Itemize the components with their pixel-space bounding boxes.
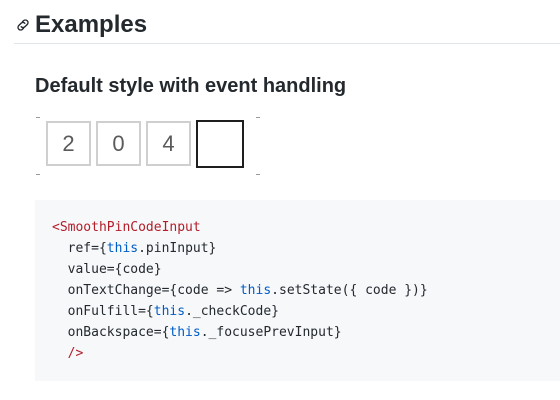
corner-mark xyxy=(256,174,260,175)
link-icon[interactable] xyxy=(14,16,32,34)
pin-cell[interactable]: 2 xyxy=(46,121,91,166)
code-token: this xyxy=(106,241,139,256)
examples-heading-row: Examples xyxy=(14,6,560,44)
code-line: /> xyxy=(52,343,560,364)
code-line: onBackspace={this._focusePrevInput} xyxy=(52,322,560,343)
code-token: { xyxy=(145,304,154,319)
code-line: ref={this.pinInput} xyxy=(52,238,560,259)
code-token: { xyxy=(98,241,107,256)
code-token: /> xyxy=(52,346,84,361)
code-token: onFulfill= xyxy=(52,304,146,319)
code-token: {code => xyxy=(169,283,240,298)
code-token: .pinInput} xyxy=(138,241,217,256)
pin-cell-active[interactable] xyxy=(196,120,244,168)
corner-mark xyxy=(36,117,40,118)
code-token: ._checkCode} xyxy=(185,304,279,319)
code-token: onTextChange= xyxy=(52,283,170,298)
code-token: this xyxy=(153,304,186,319)
section-subtitle: Default style with event handling xyxy=(35,75,347,97)
code-token: this xyxy=(169,325,201,340)
code-token: .setState({ code })} xyxy=(271,283,428,298)
code-token: onBackspace= xyxy=(52,325,162,340)
code-token: value= xyxy=(52,262,115,277)
code-token: ref= xyxy=(52,241,99,256)
pin-code-input: 2 0 4 xyxy=(36,117,260,175)
code-token: <SmoothPinCodeInput xyxy=(52,220,201,235)
code-line: onTextChange={code => this.setState({ co… xyxy=(52,280,560,301)
readme-section: Examples Default style with event handli… xyxy=(0,0,560,400)
corner-mark xyxy=(256,117,260,118)
page-title: Examples xyxy=(35,10,148,38)
pin-cell[interactable]: 0 xyxy=(96,121,141,166)
code-line: <SmoothPinCodeInput xyxy=(52,217,560,238)
code-token: ._focusePrevInput} xyxy=(200,325,342,340)
code-token: {code} xyxy=(114,262,162,277)
pin-cell[interactable]: 4 xyxy=(146,121,191,166)
code-token: this xyxy=(239,283,272,298)
code-line: value={code} xyxy=(52,259,560,280)
code-block: <SmoothPinCodeInput ref={this.pinInput} … xyxy=(35,200,560,381)
corner-mark xyxy=(36,174,40,175)
pin-cells: 2 0 4 xyxy=(46,120,244,168)
code-line: onFulfill={this._checkCode} xyxy=(52,301,560,322)
